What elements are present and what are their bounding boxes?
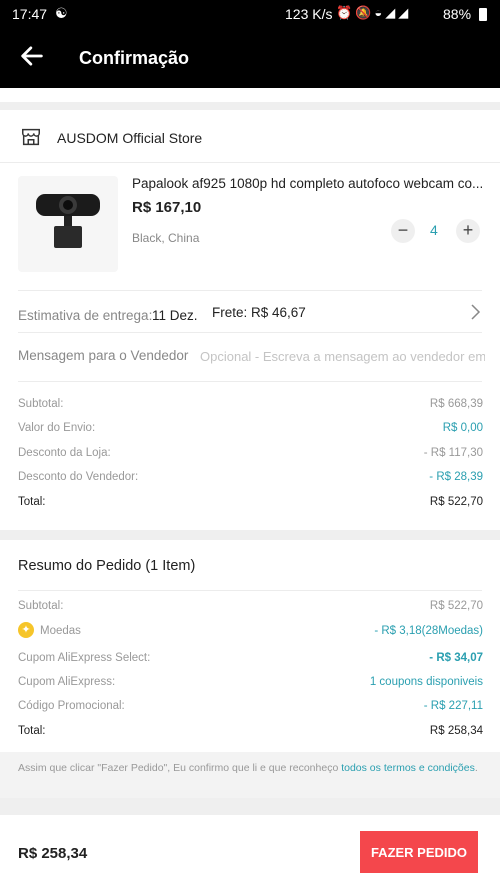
place-order-button[interactable]: FAZER PEDIDO — [360, 831, 478, 873]
status-icons: ⏰🔕◒◢◢ — [336, 5, 411, 21]
alarm-icon: ⏰ — [336, 5, 356, 20]
battery-percent: 88% — [443, 6, 472, 22]
select-coupon-label: Cupom AliExpress Select: — [18, 652, 151, 664]
order-subtotal-value: R$ 522,70 — [429, 600, 483, 612]
order-subtotal-label: Subtotal: — [18, 600, 64, 612]
signal-icon-2: ◢ — [398, 5, 412, 20]
app-bar: Confirmação — [0, 28, 500, 88]
store-subtotal-value: R$ 668,39 — [429, 398, 483, 410]
arrow-left-icon[interactable] — [18, 42, 46, 70]
order-total-label: Total: — [18, 725, 46, 737]
status-time: 17:47 — [12, 6, 48, 22]
coins-label: Moedas — [40, 625, 81, 637]
promo-code-label: Código Promocional: — [18, 700, 125, 712]
battery-icon — [479, 8, 487, 21]
store-discount-value: - R$ 117,30 — [423, 447, 483, 459]
order-summary-title: Resumo do Pedido (1 Item) — [18, 558, 196, 574]
product-variant: Black, China — [132, 231, 200, 245]
webcam-image — [36, 194, 100, 248]
aliexpress-coupon-value[interactable]: 1 coupons disponiveis — [370, 676, 483, 688]
delivery-estimate-date: 11 Dez. — [152, 308, 198, 323]
page-title: Confirmação — [79, 48, 190, 68]
terms-text: Assim que clicar "Fazer Pedido", Eu conf… — [18, 762, 342, 774]
product-image[interactable] — [18, 176, 118, 272]
aliexpress-coupon-label: Cupom AliExpress: — [18, 676, 116, 688]
footer-total: R$ 258,34 — [18, 845, 88, 862]
quantity-minus-button[interactable]: − — [391, 219, 415, 243]
quantity-value: 4 — [430, 222, 438, 238]
signal-icon: ◢ — [385, 5, 399, 20]
notification-icon: ☯ — [55, 5, 68, 21]
store-icon — [22, 128, 40, 146]
divider — [18, 332, 482, 333]
checkout-footer: R$ 258,34 FAZER PEDIDO — [0, 815, 500, 889]
shipping-cost[interactable]: Frete: R$ 46,67 — [212, 305, 306, 320]
shipping-value: R$ 0,00 — [442, 422, 483, 434]
network-speed: 123 K/s — [285, 6, 333, 22]
store-total-label: Total: — [18, 496, 46, 508]
product-title[interactable]: Papalook af925 1080p hd completo autofoc… — [132, 176, 482, 191]
store-discount-label: Desconto da Loja: — [18, 447, 111, 459]
wifi-icon: ◒ — [374, 5, 386, 20]
quantity-plus-button[interactable]: + — [456, 219, 480, 243]
address-card-edge — [0, 88, 500, 102]
divider — [18, 590, 482, 591]
order-total-value: R$ 258,34 — [429, 725, 483, 737]
delivery-estimate-label: Estimativa de entrega: — [18, 308, 153, 323]
mute-icon: 🔕 — [355, 5, 375, 20]
seller-message-label: Mensagem para o Vendedor — [18, 348, 189, 363]
coin-icon: ✦ — [18, 622, 34, 638]
product-price: R$ 167,10 — [132, 199, 202, 216]
seller-message-input[interactable] — [200, 346, 485, 366]
terms-notice: Assim que clicar "Fazer Pedido", Eu conf… — [0, 752, 500, 798]
divider — [18, 381, 482, 382]
shipping-value-label: Valor do Envio: — [18, 422, 96, 434]
divider — [18, 290, 482, 291]
chevron-right-icon[interactable] — [468, 303, 482, 321]
promo-code-value[interactable]: - R$ 227,11 — [424, 700, 483, 712]
store-total-value: R$ 522,70 — [429, 496, 483, 508]
seller-discount-label: Desconto do Vendedor: — [18, 471, 139, 483]
coins-value[interactable]: - R$ 3,18(28Moedas) — [374, 625, 483, 637]
store-name[interactable]: AUSDOM Official Store — [57, 130, 202, 146]
seller-discount-value[interactable]: - R$ 28,39 — [429, 471, 483, 483]
store-subtotal-label: Subtotal: — [18, 398, 64, 410]
terms-end: . — [474, 762, 478, 774]
terms-link[interactable]: todos os termos e condições — [341, 762, 475, 774]
status-bar: 17:47 ☯ 123 K/s ⏰🔕◒◢◢ 88% — [0, 0, 500, 28]
select-coupon-value[interactable]: - R$ 34,07 — [429, 652, 483, 664]
divider — [0, 162, 500, 163]
